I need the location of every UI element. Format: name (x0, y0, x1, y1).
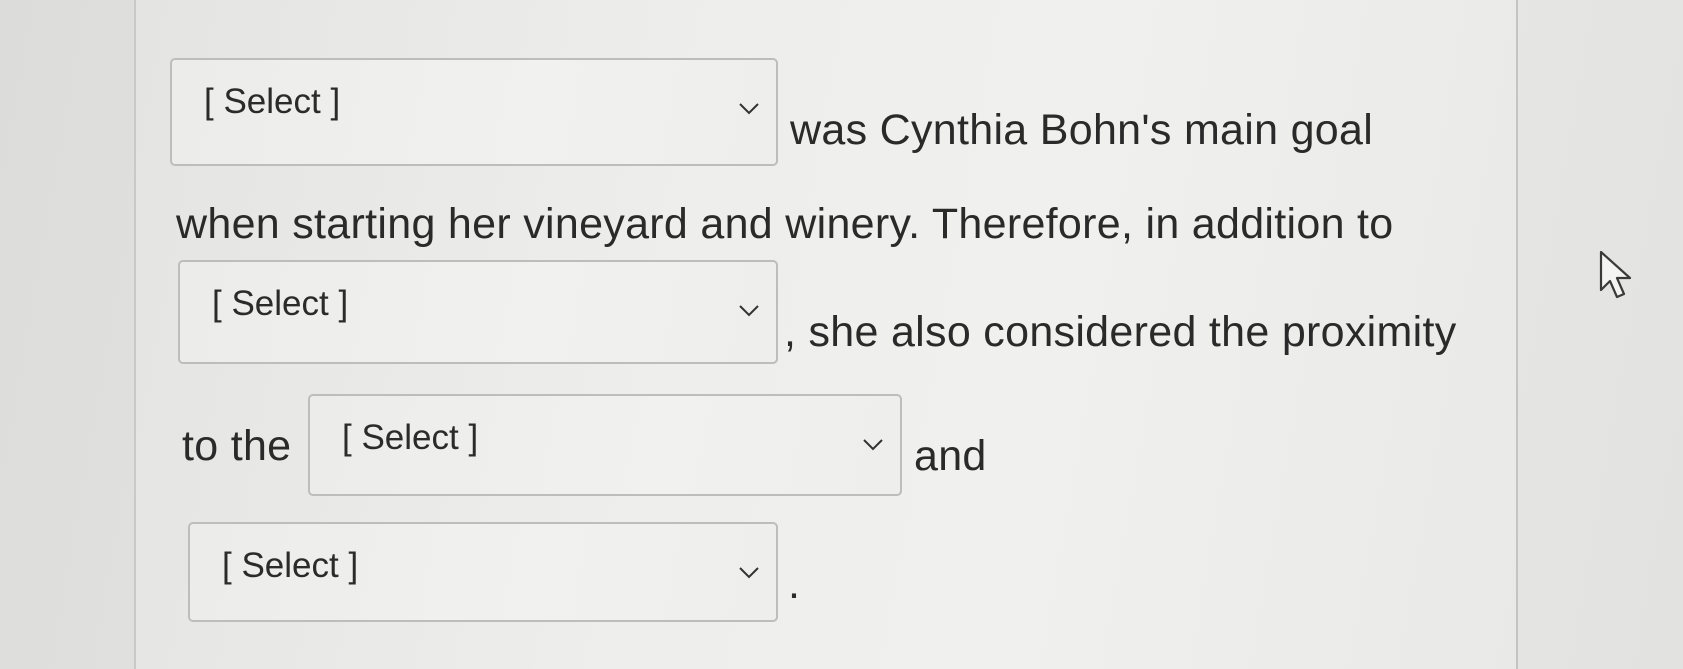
question-text-line3: , she also considered the proximity (784, 308, 1457, 356)
dropdown-2[interactable]: [ Select ] (178, 260, 778, 364)
dropdown-3[interactable]: [ Select ] (308, 394, 902, 496)
question-text-line2: when starting her vineyard and winery. T… (176, 200, 1394, 248)
chevron-down-icon (739, 305, 759, 317)
question-text-line4-start: to the (182, 422, 292, 470)
dropdown-3-value: [ Select ] (342, 418, 479, 457)
dropdown-4-value: [ Select ] (222, 546, 359, 585)
chevron-down-icon (739, 103, 759, 115)
dropdown-1-value: [ Select ] (204, 82, 341, 121)
mouse-pointer-icon (1599, 250, 1632, 299)
chevron-down-icon (739, 567, 759, 579)
screen: [ Select ] was Cynthia Bohn's main goal … (0, 0, 1683, 669)
question-text-period: . (788, 560, 801, 608)
dropdown-4[interactable]: [ Select ] (188, 522, 778, 622)
dropdown-1[interactable]: [ Select ] (170, 58, 778, 166)
question-text-line4-end: and (914, 432, 987, 480)
question-text-line1: was Cynthia Bohn's main goal (790, 106, 1374, 154)
chevron-down-icon (863, 439, 883, 451)
dropdown-2-value: [ Select ] (212, 284, 349, 323)
